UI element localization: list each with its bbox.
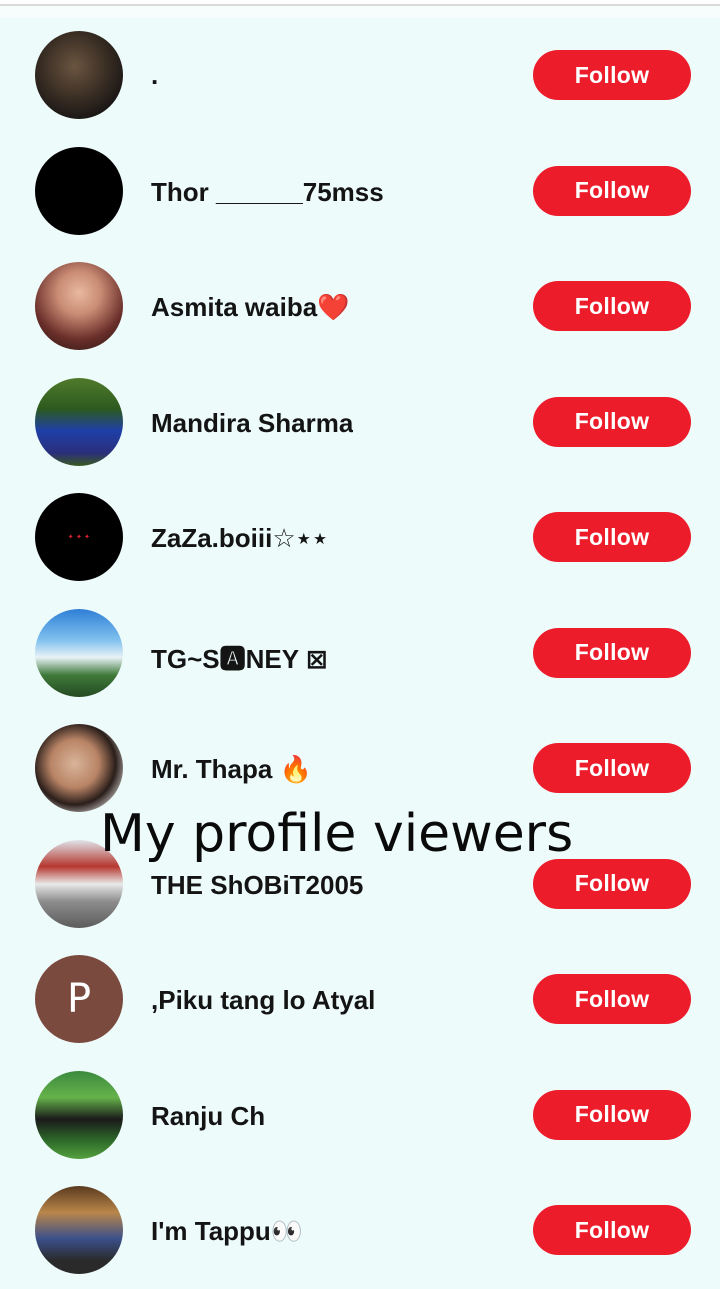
top-status-strip	[0, 0, 720, 18]
follow-button[interactable]: Follow	[533, 627, 691, 678]
avatar[interactable]	[35, 608, 123, 697]
follow-button[interactable]: Follow	[533, 974, 691, 1024]
list-item[interactable]: I'm Tappu👀 Follow	[0, 1173, 720, 1289]
avatar[interactable]	[35, 146, 123, 235]
avatar[interactable]	[35, 31, 123, 119]
username[interactable]: ZaZa.boiii☆⋆⋆	[151, 523, 328, 554]
avatar[interactable]	[35, 262, 123, 350]
username[interactable]: Mandira Sharma	[151, 408, 353, 439]
avatar-letter: P	[66, 976, 92, 1022]
follow-button[interactable]: Follow	[533, 1205, 691, 1255]
list-item[interactable]: P ,Piku tang lo Atyal Follow	[0, 942, 720, 1058]
list-item[interactable]: . Follow	[0, 18, 720, 134]
profile-viewers-caption: My profile viewers	[100, 804, 574, 864]
username[interactable]: .	[151, 60, 158, 91]
username[interactable]: Thor ______75mss	[151, 177, 384, 208]
follow-button[interactable]: Follow	[533, 1089, 691, 1140]
avatar[interactable]	[35, 724, 123, 812]
avatar[interactable]: P	[35, 955, 123, 1043]
avatar[interactable]: ✦ ✦ ✦	[35, 493, 123, 581]
list-item[interactable]: ✦ ✦ ✦ ZaZa.boiii☆⋆⋆ Follow	[0, 480, 720, 596]
list-item[interactable]: Ranju Ch Follow	[0, 1058, 720, 1174]
follow-button[interactable]: Follow	[533, 512, 691, 562]
viewer-list: . Follow Thor ______75mss Follow Asmita …	[0, 18, 720, 1289]
username[interactable]: Mr. Thapa 🔥	[151, 754, 312, 785]
list-item[interactable]: Asmita waiba❤️ Follow	[0, 249, 720, 365]
avatar[interactable]	[35, 377, 123, 466]
username[interactable]: Asmita waiba❤️	[151, 292, 350, 323]
username[interactable]: ,Piku tang lo Atyal	[151, 985, 375, 1016]
list-item[interactable]: TG~S🅰NEY ⊠ Follow	[0, 596, 720, 712]
follow-button[interactable]: Follow	[533, 281, 691, 331]
username[interactable]: Ranju Ch	[151, 1101, 265, 1132]
avatar[interactable]	[35, 1186, 123, 1274]
avatar[interactable]	[35, 1070, 123, 1159]
follow-button[interactable]: Follow	[533, 50, 691, 100]
follow-button[interactable]: Follow	[533, 858, 691, 909]
follow-button[interactable]: Follow	[533, 396, 691, 447]
username[interactable]: THE ShOBiT2005	[151, 870, 363, 901]
follow-button[interactable]: Follow	[533, 165, 691, 216]
username[interactable]: I'm Tappu👀	[151, 1216, 303, 1247]
list-item[interactable]: Thor ______75mss Follow	[0, 134, 720, 250]
follow-button[interactable]: Follow	[533, 743, 691, 793]
list-item[interactable]: Mandira Sharma Follow	[0, 365, 720, 481]
username[interactable]: TG~S🅰NEY ⊠	[151, 639, 328, 676]
